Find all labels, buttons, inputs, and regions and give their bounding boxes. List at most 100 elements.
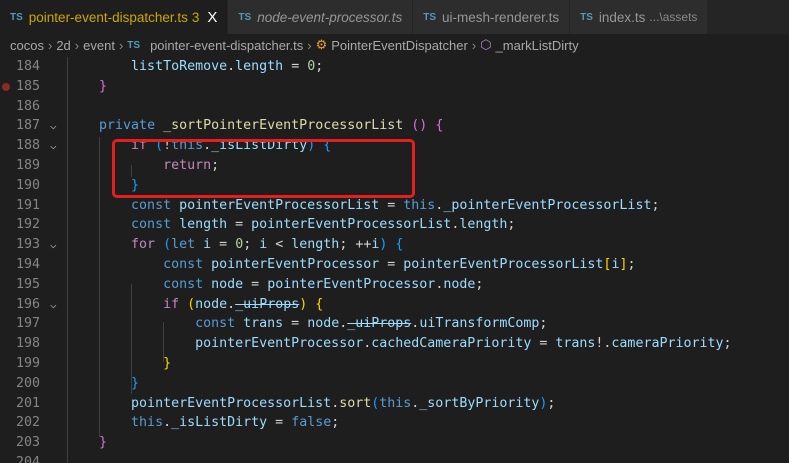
code-token: const — [195, 316, 236, 332]
fold-chevron-icon[interactable]: ⌵ — [50, 136, 57, 156]
line-number: 197 — [15, 316, 40, 332]
line-number: 192 — [15, 217, 40, 233]
line-number: 198 — [15, 336, 40, 352]
tab-description: ...\assets — [649, 10, 698, 24]
tab-label: index.ts — [598, 9, 646, 25]
code-token: _uiProps — [347, 316, 412, 332]
tab-index-ts[interactable]: TS index.ts ...\assets — [570, 0, 709, 34]
breadcrumb-item[interactable]: event — [83, 38, 115, 53]
code-token: ( — [163, 237, 172, 253]
line-number: 191 — [15, 197, 40, 213]
code-token: trans — [555, 336, 596, 352]
breadcrumb-file[interactable]: pointer-event-dispatcher.ts — [150, 38, 303, 53]
line-number: 193 — [15, 237, 40, 253]
line-number: 186 — [15, 98, 40, 114]
breadcrumb-method[interactable]: _markListDirty — [496, 38, 579, 53]
code-token: length — [291, 237, 340, 253]
code-text: const pointerEventProcessor = pointerEve… — [67, 255, 635, 275]
line-number: 200 — [15, 375, 40, 391]
code-token: { — [395, 237, 404, 253]
code-token: node — [307, 316, 340, 332]
chevron-right-icon: › — [47, 37, 53, 53]
code-token: private — [99, 118, 156, 134]
line-number: 188 — [15, 138, 40, 154]
code-token: node — [443, 276, 476, 292]
breadcrumb-item[interactable]: 2d — [56, 38, 70, 53]
class-icon: ⚙ — [315, 37, 328, 52]
breakpoint-icon[interactable] — [2, 82, 10, 91]
code-token: cachedCameraPriority — [371, 336, 532, 352]
code-token: _sortByPriority — [419, 395, 540, 411]
code-token: let — [171, 237, 196, 253]
code-token: length — [179, 217, 228, 233]
code-line: 191 const pointerEventProcessorList = th… — [0, 196, 789, 216]
line-number: 202 — [15, 415, 40, 431]
code-text: } — [67, 374, 139, 394]
typescript-icon: TS — [10, 11, 23, 23]
code-text: this._isListDirty = false; — [67, 413, 339, 433]
chevron-right-icon: › — [471, 37, 477, 53]
code-token: pointerEventProcessor — [267, 276, 436, 292]
breadcrumb: cocos › 2d › event › TS pointer-event-dispatche… — [0, 34, 789, 56]
code-line: 187 ⌵ private _sortPointerEventProcessorL… — [0, 116, 789, 136]
chevron-right-icon: › — [118, 37, 124, 53]
code-line: 195 const node = pointerEventProcessor.n… — [0, 275, 789, 295]
code-text: for (let i = 0; i < length; ++i) { — [67, 235, 403, 255]
code-token: const — [131, 217, 172, 233]
fold-chevron-icon[interactable]: ⌵ — [50, 295, 57, 315]
code-token: = — [267, 415, 292, 431]
breadcrumb-item[interactable]: cocos — [10, 38, 44, 53]
code-token: node — [195, 296, 228, 312]
breadcrumb-class[interactable]: PointerEventDispatcher — [331, 38, 468, 53]
close-icon[interactable]: X — [207, 9, 217, 26]
code-line: 202 this._isListDirty = false; — [0, 413, 789, 433]
code-text: private _sortPointerEventProcessorList (… — [67, 116, 443, 136]
code-token: !. — [595, 336, 612, 352]
code-token: . — [163, 415, 172, 431]
tab-node-event-processor-ts[interactable]: TS node-event-processor.ts — [228, 0, 414, 34]
tab-ui-mesh-renderer-ts[interactable]: TS ui-mesh-renderer.ts — [413, 0, 571, 34]
line-number: 190 — [15, 177, 40, 193]
chevron-right-icon: › — [307, 37, 312, 53]
code-token: for — [131, 237, 156, 253]
fold-chevron-icon[interactable]: ⌵ — [50, 116, 57, 136]
method-icon: ⬡ — [480, 37, 492, 52]
code-token: listToRemove — [131, 59, 228, 74]
code-token: const — [163, 257, 204, 272]
line-number: 196 — [15, 296, 40, 312]
code-editor[interactable]: 184 listToRemove.length = 0; 185 } 186 187 ⌵… — [0, 57, 789, 463]
code-line: 199 } — [0, 354, 789, 374]
code-text: if (node._uiProps) { — [67, 295, 323, 315]
line-number: 199 — [15, 356, 40, 371]
fold-chevron-icon[interactable]: ⌵ — [50, 235, 57, 255]
code-token: pointerEventProcessorList — [251, 217, 452, 233]
code-token: < — [267, 237, 292, 253]
line-number: 203 — [15, 435, 40, 451]
code-token: _sortPointerEventProcessorList — [163, 118, 404, 134]
code-line: 184 listToRemove.length = 0; — [0, 57, 789, 77]
chevron-right-icon: › — [74, 37, 80, 53]
code-token: } — [131, 375, 140, 391]
code-token: { — [435, 118, 444, 134]
code-text: const pointerEventProcessorList = this._… — [67, 196, 659, 216]
line-number: 187 — [15, 118, 40, 134]
code-token: if — [163, 296, 180, 312]
problem-count-badge: 3 — [191, 9, 200, 25]
tab-pointer-event-dispatcher-ts[interactable]: TS pointer-event-dispatcher.ts 3 X — [0, 0, 229, 34]
code-line: 196 ⌵ if (node._uiProps) { — [0, 295, 789, 315]
code-token: { — [315, 296, 324, 312]
code-token: pointerEventProcessor — [195, 336, 364, 352]
code-token: pointerEventProcessorList — [131, 395, 332, 411]
code-line: 198 pointerEventProcessor.cachedCameraPr… — [0, 334, 789, 354]
code-token: cameraPriority — [611, 336, 724, 352]
code-line: 204 — [0, 453, 789, 463]
